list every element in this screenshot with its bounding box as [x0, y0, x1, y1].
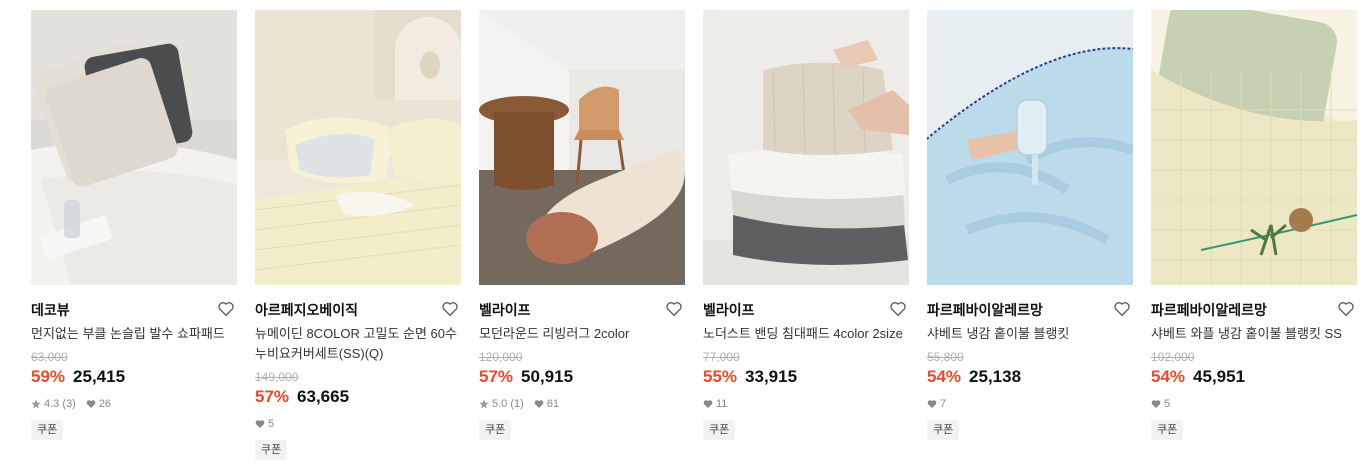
heart-filled-icon	[927, 400, 937, 408]
product-image[interactable]	[927, 10, 1133, 285]
discount-rate: 54%	[1151, 367, 1186, 386]
product-photo-cool-blanket	[927, 10, 1133, 285]
rating-value: 5.0	[492, 398, 508, 410]
product-name[interactable]: 샤베트 와플 냉감 홑이불 블랭킷 SS	[1151, 324, 1357, 344]
brand-name[interactable]: 파르페바이알레르망	[1151, 301, 1357, 319]
product-image[interactable]	[479, 10, 685, 285]
like-count: 7	[940, 398, 947, 410]
rating: 4.3 (3)	[31, 396, 76, 412]
like-count: 5	[268, 418, 275, 430]
product-stats: 4.3 (3) 26	[31, 396, 237, 412]
star-icon	[479, 399, 489, 409]
product-stats: 7	[927, 396, 1133, 412]
review-count: (1)	[510, 398, 524, 410]
product-photo-sofa-pad	[31, 10, 237, 285]
review-count: (3)	[62, 398, 76, 410]
product-stats: 5	[1151, 396, 1357, 412]
heart-filled-icon	[255, 420, 265, 428]
wishlist-heart-icon[interactable]	[1113, 300, 1131, 318]
coupon-badge: 쿠폰	[1151, 420, 1184, 440]
product-card[interactable]: 벨라이프 노더스트 밴딩 침대패드 4color 2size 77,000 55…	[703, 10, 909, 440]
original-price: 55,800	[927, 350, 964, 364]
product-image[interactable]	[703, 10, 909, 285]
product-stats: 11	[703, 396, 909, 412]
like-count: 26	[98, 398, 112, 410]
coupon-badge: 쿠폰	[927, 420, 960, 440]
wishlist-heart-icon[interactable]	[217, 300, 235, 318]
product-image[interactable]	[1151, 10, 1357, 285]
original-price: 77,000	[703, 350, 740, 364]
product-photo-waffle-blanket	[1151, 10, 1357, 285]
discount-rate: 57%	[479, 367, 514, 386]
product-name[interactable]: 먼지없는 부클 논슬립 발수 쇼파패드	[31, 324, 237, 344]
like-count: 11	[716, 398, 728, 410]
heart-filled-icon	[534, 400, 544, 408]
discount-rate: 57%	[255, 387, 290, 406]
coupon-badge: 쿠폰	[479, 420, 512, 440]
likes: 26	[86, 396, 111, 412]
brand-name[interactable]: 벨라이프	[479, 301, 685, 319]
heart-filled-icon	[703, 400, 713, 408]
product-grid: 데코뷰 먼지없는 부클 논슬립 발수 쇼파패드 63,000 59% 25,415…	[0, 0, 1369, 467]
like-count: 5	[1164, 398, 1171, 410]
product-card[interactable]: 데코뷰 먼지없는 부클 논슬립 발수 쇼파패드 63,000 59% 25,415…	[31, 10, 237, 440]
price-line: 57% 63,665	[255, 386, 461, 408]
original-price: 120,000	[479, 350, 523, 364]
discount-rate: 55%	[703, 367, 738, 386]
product-card[interactable]: 아르페지오베이직 뉴메이딘 8COLOR 고밀도 순면 60수 누비요커버세트(…	[255, 10, 461, 460]
original-price: 63,000	[31, 350, 68, 364]
product-photo-rug	[479, 10, 685, 285]
product-photo-bed-pad-stack	[703, 10, 909, 285]
product-stats: 5	[255, 416, 461, 432]
sale-price: 50,915	[521, 367, 574, 386]
product-image[interactable]	[255, 10, 461, 285]
sale-price: 63,665	[297, 387, 350, 406]
coupon-badge: 쿠폰	[703, 420, 736, 440]
product-stats: 5.0 (1) 61	[479, 396, 685, 412]
brand-name[interactable]: 벨라이프	[703, 301, 909, 319]
rating: 5.0 (1)	[479, 396, 524, 412]
wishlist-heart-icon[interactable]	[1337, 300, 1355, 318]
price-line: 59% 25,415	[31, 366, 237, 388]
coupon-badge: 쿠폰	[31, 420, 64, 440]
wishlist-heart-icon[interactable]	[889, 300, 907, 318]
like-count: 61	[546, 398, 560, 410]
product-name[interactable]: 모던라운드 리빙러그 2color	[479, 324, 685, 344]
price-line: 57% 50,915	[479, 366, 685, 388]
discount-rate: 54%	[927, 367, 962, 386]
star-icon	[31, 399, 41, 409]
product-image[interactable]	[31, 10, 237, 285]
wishlist-heart-icon[interactable]	[665, 300, 683, 318]
coupon-badge: 쿠폰	[255, 440, 288, 460]
original-price: 149,000	[255, 370, 299, 384]
price-line: 54% 45,951	[1151, 366, 1357, 388]
product-photo-mattress-topper	[255, 10, 461, 285]
likes: 7	[927, 396, 946, 412]
product-name[interactable]: 노더스트 밴딩 침대패드 4color 2size	[703, 324, 909, 344]
price-line: 54% 25,138	[927, 366, 1133, 388]
product-name[interactable]: 샤베트 냉감 홑이불 블랭킷	[927, 324, 1133, 344]
original-price: 102,000	[1151, 350, 1195, 364]
likes: 11	[703, 396, 727, 412]
product-name[interactable]: 뉴메이딘 8COLOR 고밀도 순면 60수 누비요커버세트(SS)(Q)	[255, 324, 461, 364]
likes: 5	[255, 416, 274, 432]
product-card[interactable]: 벨라이프 모던라운드 리빙러그 2color 120,000 57% 50,915…	[479, 10, 685, 440]
sale-price: 25,415	[73, 367, 126, 386]
rating-value: 4.3	[44, 398, 60, 410]
sale-price: 45,951	[1193, 367, 1246, 386]
sale-price: 25,138	[969, 367, 1022, 386]
likes: 5	[1151, 396, 1170, 412]
price-line: 55% 33,915	[703, 366, 909, 388]
product-card[interactable]: 파르페바이알레르망 샤베트 냉감 홑이불 블랭킷 55,800 54% 25,13…	[927, 10, 1133, 440]
product-card[interactable]: 파르페바이알레르망 샤베트 와플 냉감 홑이불 블랭킷 SS 102,000 5…	[1151, 10, 1357, 440]
heart-filled-icon	[86, 400, 96, 408]
sale-price: 33,915	[745, 367, 798, 386]
discount-rate: 59%	[31, 367, 66, 386]
likes: 61	[534, 396, 559, 412]
brand-name[interactable]: 아르페지오베이직	[255, 301, 461, 319]
brand-name[interactable]: 파르페바이알레르망	[927, 301, 1133, 319]
brand-name[interactable]: 데코뷰	[31, 301, 237, 319]
heart-filled-icon	[1151, 400, 1161, 408]
wishlist-heart-icon[interactable]	[441, 300, 459, 318]
